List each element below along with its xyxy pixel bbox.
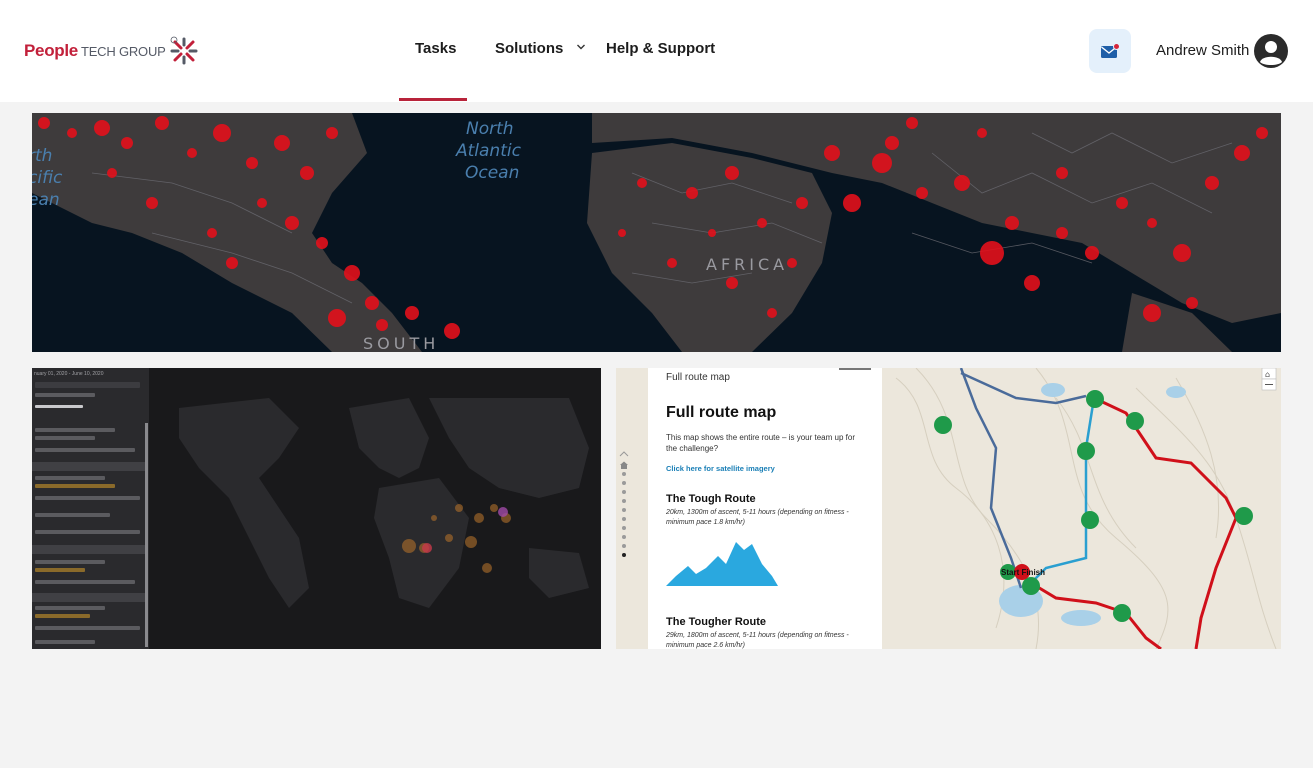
- list-item: [35, 496, 140, 500]
- world-map-banner: North Atlantic Ocean rth cific ean AFRIC…: [32, 113, 1281, 352]
- list-item: [35, 606, 105, 610]
- list-item: [35, 568, 85, 572]
- brand-name-secondary: TECH GROUP: [80, 43, 166, 59]
- elevation-profile-chart: [666, 542, 778, 586]
- section-dot-navigation[interactable]: [619, 450, 629, 562]
- list-item: [35, 436, 95, 440]
- list-item: [35, 484, 115, 488]
- label-pacific-1: rth: [32, 146, 52, 166]
- panel-small-title: Full route map: [666, 372, 730, 383]
- list-item: [35, 448, 135, 452]
- side-panel-header: nuary 01, 2020 - June 10, 2020: [34, 371, 104, 377]
- chevron-down-icon: [576, 44, 585, 50]
- satellite-imagery-link[interactable]: Click here for satellite imagery: [666, 464, 775, 473]
- brand-name-primary: People: [24, 41, 78, 60]
- user-avatar-icon[interactable]: [1253, 33, 1289, 69]
- route-2-details: 29km, 1800m of ascent, 5-11 hours (depen…: [666, 632, 849, 649]
- chevron-up-icon[interactable]: [619, 450, 629, 458]
- list-item: [35, 560, 105, 564]
- route-1-title: The Tough Route: [666, 493, 756, 505]
- nav-solutions-label: Solutions: [495, 40, 564, 57]
- svg-text:⌂: ⌂: [1265, 370, 1270, 379]
- nav-dot[interactable]: [622, 481, 626, 485]
- active-tab-indicator: [399, 98, 467, 101]
- nav-dot[interactable]: [622, 508, 626, 512]
- list-item: [35, 513, 110, 517]
- route-info-panel: Full route map Full route map This map s…: [648, 368, 882, 649]
- nav-dot[interactable]: [622, 472, 626, 476]
- panel-top-rule: [839, 368, 871, 370]
- messages-button[interactable]: [1089, 29, 1131, 73]
- dark-world-map: [149, 368, 601, 649]
- label-atlantic: Atlantic: [455, 141, 522, 161]
- covid-dashboard-banner[interactable]: North Atlantic Ocean rth cific ean AFRIC…: [32, 113, 1281, 352]
- label-africa: AFRICA: [706, 255, 788, 274]
- label-south: SOUTH: [363, 334, 439, 352]
- list-item: [35, 580, 135, 584]
- conflict-map-tile[interactable]: nuary 01, 2020 - June 10, 2020: [32, 368, 601, 649]
- top-navigation-bar: People TECH GROUP Tasks Solutions Help &…: [0, 0, 1313, 102]
- list-item: [35, 428, 115, 432]
- brand-mark-icon: [170, 36, 198, 65]
- nav-dot[interactable]: [622, 526, 626, 530]
- side-panel-scrollbar[interactable]: [145, 423, 148, 647]
- label-pacific-3: ean: [32, 190, 60, 210]
- nav-dot[interactable]: [622, 499, 626, 503]
- nav-dot[interactable]: [622, 517, 626, 521]
- route-1-details: 20km, 1300m of ascent, 5-11 hours (depen…: [666, 509, 849, 526]
- start-finish-label: Start Finish: [1001, 568, 1046, 577]
- nav-dot[interactable]: [622, 535, 626, 539]
- label-ocean: Ocean: [465, 163, 519, 183]
- user-name[interactable]: Andrew Smith: [1156, 42, 1249, 59]
- incident-list-panel: nuary 01, 2020 - June 10, 2020: [32, 368, 149, 649]
- label-pacific-2: cific: [32, 168, 63, 188]
- nav-dot[interactable]: [622, 544, 626, 548]
- home-icon[interactable]: [619, 461, 629, 469]
- brand-logo[interactable]: People TECH GROUP: [24, 36, 199, 66]
- list-item: [35, 530, 140, 534]
- panel-title: Full route map: [666, 404, 777, 421]
- filter-field[interactable]: [35, 382, 140, 388]
- list-separator: [32, 545, 145, 554]
- nav-help-support[interactable]: Help & Support: [606, 40, 715, 57]
- list-separator: [32, 462, 145, 471]
- mail-notification-icon: [1101, 43, 1120, 58]
- list-item: [35, 405, 83, 408]
- label-north: North: [466, 119, 514, 139]
- panel-description: This map shows the entire route – is you…: [666, 433, 855, 453]
- list-item: [35, 393, 95, 397]
- nav-solutions[interactable]: Solutions: [495, 40, 586, 57]
- route-map-tile[interactable]: ⌂ Start Finish Full route map Full route…: [616, 368, 1281, 649]
- list-item: [35, 476, 105, 480]
- nav-tasks[interactable]: Tasks: [415, 40, 456, 57]
- list-item: [35, 614, 90, 618]
- list-item: [35, 640, 95, 644]
- list-item: [35, 626, 140, 630]
- list-separator: [32, 593, 145, 602]
- nav-dot-active[interactable]: [622, 553, 626, 557]
- nav-dot[interactable]: [622, 490, 626, 494]
- route-2-title: The Tougher Route: [666, 616, 767, 628]
